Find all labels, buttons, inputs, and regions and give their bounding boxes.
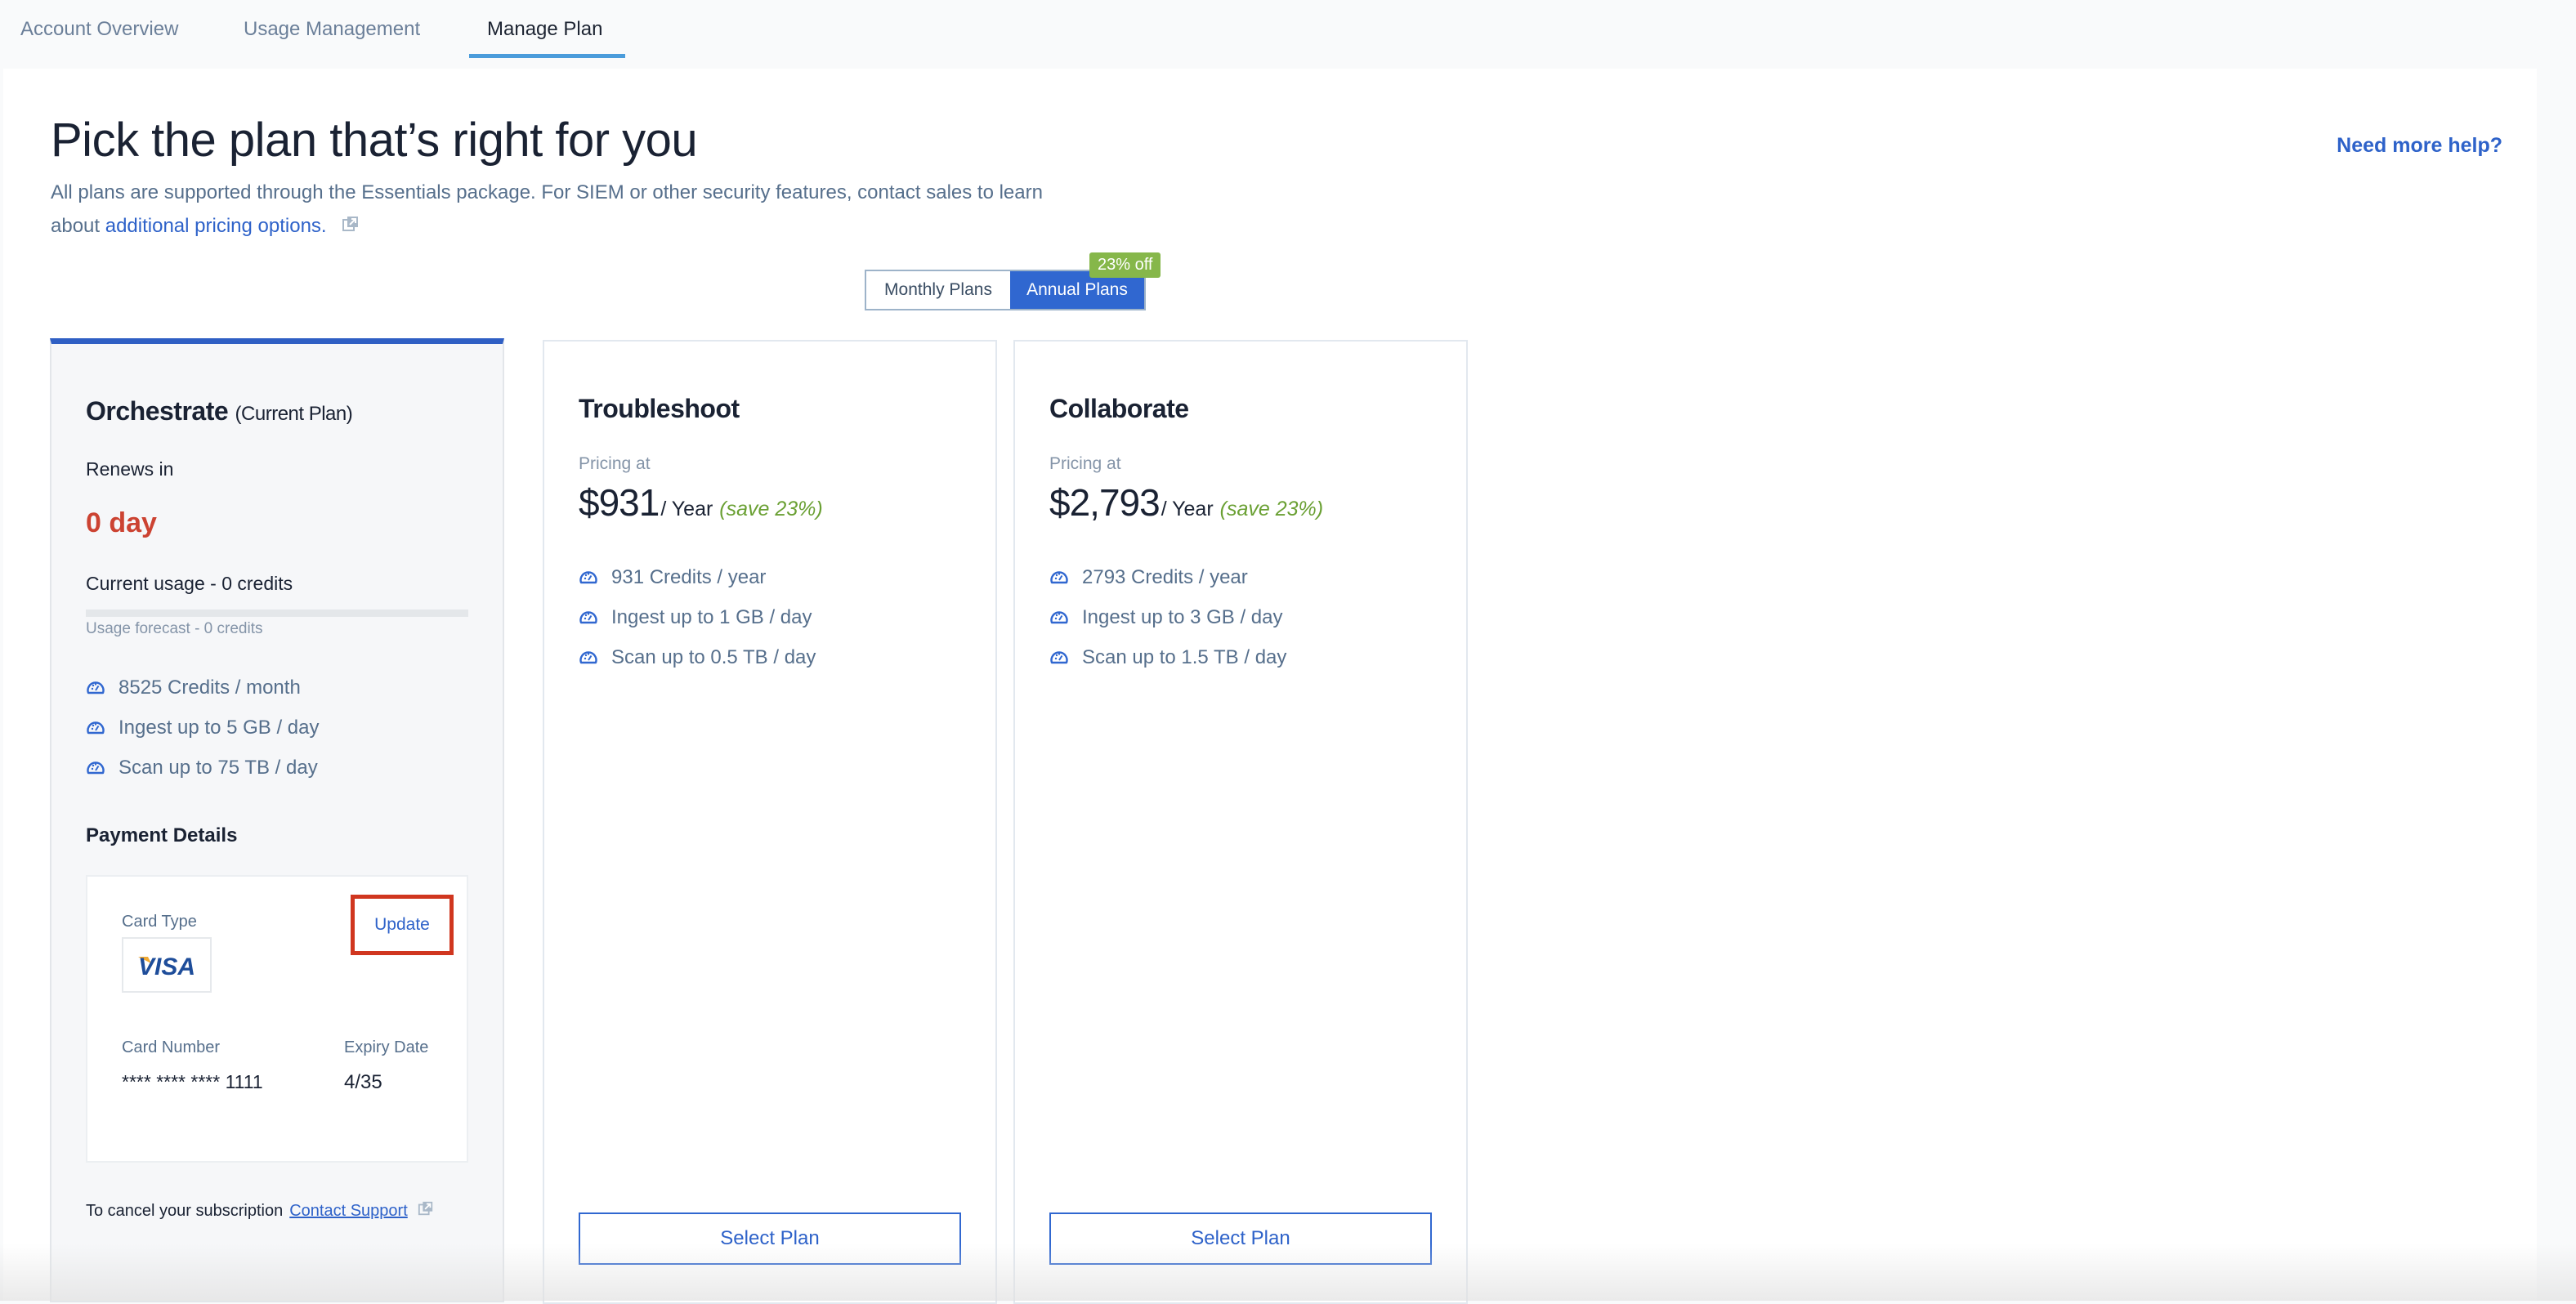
page-title: Pick the plan that’s right for you (51, 114, 698, 167)
monthly-plans-option[interactable]: Monthly Plans (866, 271, 1010, 309)
card-brand-text: VISA (138, 953, 195, 980)
tab-manage-plan[interactable]: Manage Plan (487, 18, 602, 41)
current-plan-card: Orchestrate (Current Plan) Renews in 0 d… (50, 338, 504, 1302)
speedometer-icon (579, 570, 597, 583)
price-amount: $2,793 (1049, 481, 1161, 524)
feature-item: Ingest up to 5 GB / day (86, 708, 319, 748)
expiry-date-label: Expiry Date (344, 1038, 429, 1056)
update-payment-button[interactable]: Update (351, 895, 454, 955)
speedometer-icon (579, 610, 597, 623)
payment-details-title: Payment Details (86, 824, 238, 846)
external-link-icon (342, 210, 360, 243)
select-plan-button[interactable]: Select Plan (1049, 1212, 1432, 1265)
pricing-label: Pricing at (579, 454, 651, 473)
price-savings: (save 23%) (1219, 498, 1324, 520)
usage-forecast-label: Usage forecast - 0 credits (86, 620, 263, 637)
price-period: / Year (1161, 498, 1214, 520)
price-amount: $931 (579, 481, 660, 524)
usage-progress-bar (86, 610, 468, 617)
current-usage-label: Current usage - 0 credits (86, 573, 293, 594)
plan-features: 931 Credits / year Ingest up to 1 GB / d… (579, 557, 816, 677)
top-tabs: Account Overview Usage Management Manage… (0, 0, 2576, 69)
plan-price: $931 / Year (save 23%) (579, 480, 823, 525)
tab-account-overview[interactable]: Account Overview (20, 18, 178, 41)
speedometer-icon (579, 650, 597, 663)
speedometer-icon (1050, 650, 1068, 663)
card-number-label: Card Number (122, 1038, 221, 1056)
feature-item: 931 Credits / year (579, 557, 816, 597)
card-number-value: **** **** **** 1111 (122, 1071, 263, 1092)
expiry-date-value: 4/35 (344, 1071, 382, 1093)
current-plan-name: Orchestrate (Current Plan) (86, 396, 353, 426)
speedometer-icon (87, 761, 105, 774)
tab-usage-management[interactable]: Usage Management (244, 18, 420, 41)
need-more-help-link[interactable]: Need more help? (2337, 134, 2502, 158)
plan-card-troubleshoot: Troubleshoot Pricing at $931 / Year (sav… (543, 340, 997, 1304)
renews-value: 0 day (86, 507, 157, 538)
feature-item: Scan up to 0.5 TB / day (579, 637, 816, 677)
visa-logo: VISA (122, 937, 212, 993)
page-subtitle: All plans are supported through the Esse… (51, 176, 1064, 243)
payment-details-box: Card Type VISA Update Card Number **** *… (86, 875, 468, 1163)
discount-badge: 23% off (1089, 252, 1161, 278)
speedometer-icon (1050, 570, 1068, 583)
speedometer-icon (87, 681, 105, 694)
cancel-subscription-row: To cancel your subscription Contact Supp… (86, 1200, 434, 1221)
feature-item: Ingest up to 3 GB / day (1049, 597, 1286, 637)
feature-item: Scan up to 75 TB / day (86, 748, 319, 788)
plan-card-collaborate: Collaborate Pricing at $2,793 / Year (sa… (1013, 340, 1468, 1304)
pricing-label: Pricing at (1049, 454, 1121, 473)
current-plan-tag: (Current Plan) (235, 403, 353, 425)
select-plan-button[interactable]: Select Plan (579, 1212, 961, 1265)
feature-item: 2793 Credits / year (1049, 557, 1286, 597)
contact-support-link[interactable]: Contact Support (289, 1202, 408, 1221)
speedometer-icon (87, 721, 105, 734)
plan-name-text: Orchestrate (86, 396, 229, 426)
current-plan-features: 8525 Credits / month Ingest up to 5 GB /… (86, 668, 319, 788)
cancel-text: To cancel your subscription (86, 1201, 284, 1220)
price-savings: (save 23%) (719, 498, 823, 520)
plan-price: $2,793 / Year (save 23%) (1049, 480, 1323, 525)
pricing-options-link[interactable]: additional pricing options. (105, 215, 327, 237)
manage-plan-page: Pick the plan that’s right for you All p… (3, 69, 2537, 1304)
active-tab-indicator (469, 54, 625, 58)
feature-item: Ingest up to 1 GB / day (579, 597, 816, 637)
feature-item: 8525 Credits / month (86, 668, 319, 708)
plan-name: Collaborate (1049, 394, 1189, 423)
renews-label: Renews in (86, 458, 174, 480)
price-period: / Year (660, 498, 713, 520)
plan-features: 2793 Credits / year Ingest up to 3 GB / … (1049, 557, 1286, 677)
feature-item: Scan up to 1.5 TB / day (1049, 637, 1286, 677)
plan-name: Troubleshoot (579, 394, 740, 423)
card-type-label: Card Type (122, 913, 197, 931)
speedometer-icon (1050, 610, 1068, 623)
external-link-icon (418, 1200, 434, 1221)
